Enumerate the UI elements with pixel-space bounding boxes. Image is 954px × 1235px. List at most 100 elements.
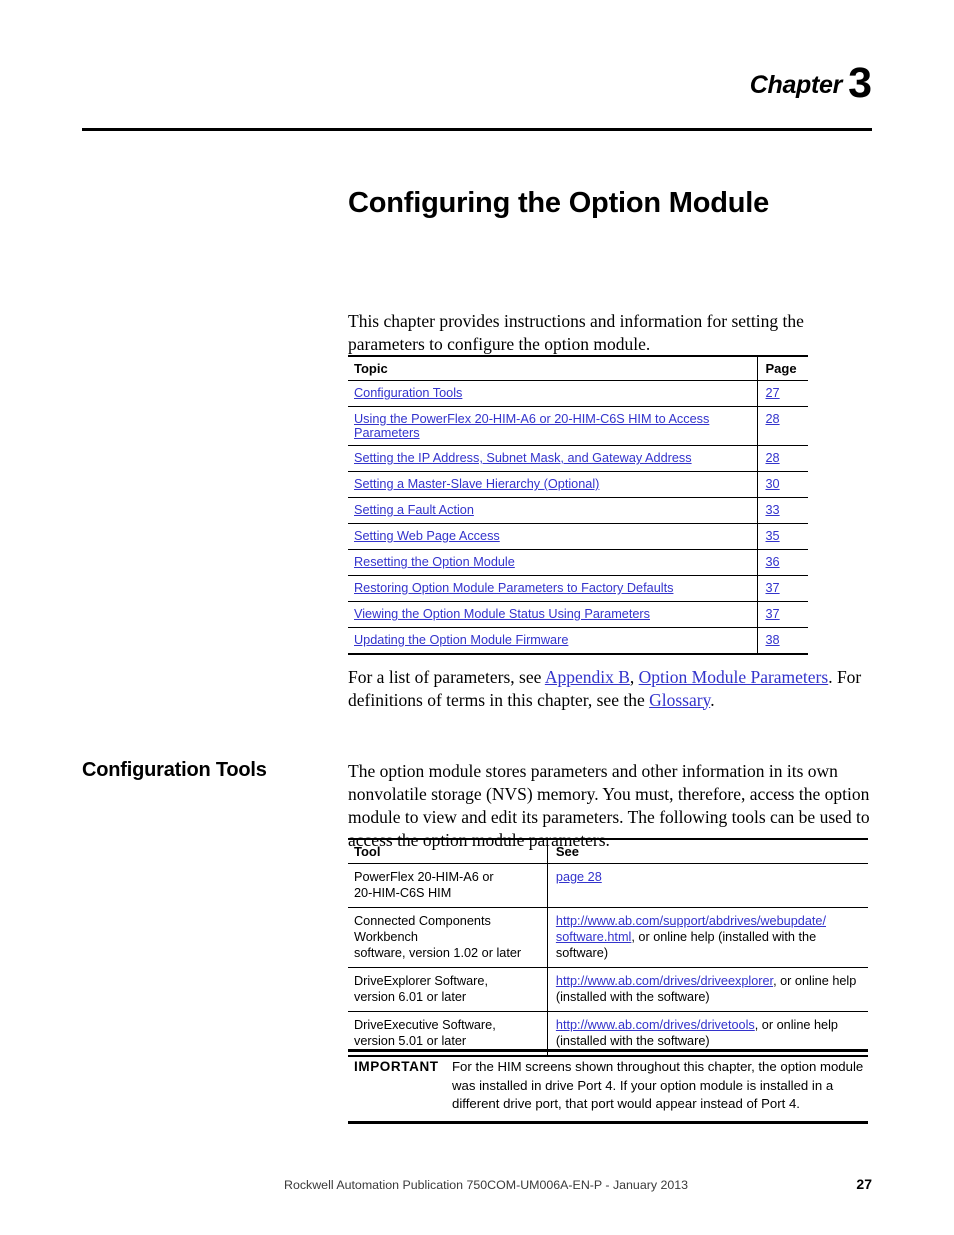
topic-cell: Resetting the Option Module	[348, 549, 757, 576]
page-cell: 38	[756, 627, 808, 655]
table-row: Restoring Option Module Parameters to Fa…	[348, 575, 808, 602]
page-cell: 28	[756, 406, 808, 446]
page-cell: 37	[756, 601, 808, 628]
tool-line-2: version 5.01 or later	[354, 1034, 467, 1048]
column-header-page: Page	[756, 355, 808, 381]
topic-cell: Using the PowerFlex 20-HIM-A6 or 20-HIM-…	[348, 406, 757, 446]
page-link[interactable]: 38	[766, 633, 780, 647]
table-header-row: Tool See	[348, 838, 868, 864]
chapter-header: Chapter 3	[82, 62, 872, 105]
topic-link[interactable]: Restoring Option Module Parameters to Fa…	[354, 581, 673, 595]
page-link[interactable]: 37	[766, 607, 780, 621]
see-line-2: (installed with the software)	[555, 1034, 710, 1048]
table-row: Viewing the Option Module Status Using P…	[348, 601, 808, 628]
topic-cell: Setting the IP Address, Subnet Mask, and…	[348, 445, 757, 472]
footer-page-number: 27	[856, 1176, 872, 1192]
tool-table-body: PowerFlex 20-HIM-A6 or 20-HIM-C6S HIM pa…	[348, 863, 868, 1057]
table-row: Setting a Master-Slave Hierarchy (Option…	[348, 471, 808, 498]
topic-link[interactable]: Resetting the Option Module	[354, 555, 515, 569]
table-row: Resetting the Option Module 36	[348, 549, 808, 576]
params-comma: ,	[629, 666, 639, 687]
page-28-link[interactable]: page 28	[556, 870, 602, 884]
page-cell: 30	[756, 471, 808, 498]
topic-cell: Setting a Fault Action	[348, 497, 757, 524]
page-link[interactable]: 33	[766, 503, 780, 517]
table-row: Configuration Tools 27	[348, 380, 808, 407]
tool-line-2: software, version 1.02 or later	[354, 946, 522, 960]
document-page: Chapter 3 Configuring the Option Module T…	[0, 0, 954, 1235]
tool-line-2: 20-HIM-C6S HIM	[354, 886, 452, 900]
tool-cell: DriveExplorer Software, version 6.01 or …	[348, 967, 548, 1012]
see-cell: http://www.ab.com/drives/driveexplorer, …	[546, 967, 868, 1012]
page-cell: 33	[756, 497, 808, 524]
tool-line-1: PowerFlex 20-HIM-A6 or	[354, 870, 494, 884]
see-cell: http://www.ab.com/support/abdrives/webup…	[546, 907, 868, 968]
appendix-b-link[interactable]: Appendix B	[545, 667, 630, 687]
important-callout: IMPORTANT For the HIM screens shown thro…	[348, 1049, 868, 1124]
page-footer: Rockwell Automation Publication 750COM-U…	[284, 1176, 872, 1192]
column-header-see: See	[546, 838, 868, 864]
chapter-number: 3	[848, 59, 872, 107]
table-row: Connected Components Workbench software,…	[348, 907, 868, 968]
page-cell: 37	[756, 575, 808, 602]
topic-link[interactable]: Setting a Fault Action	[354, 503, 474, 517]
topic-cell: Updating the Option Module Firmware	[348, 627, 757, 655]
parameters-reference-paragraph: For a list of parameters, see Appendix B…	[348, 666, 872, 712]
tool-see-table: Tool See PowerFlex 20-HIM-A6 or 20-HIM-C…	[348, 838, 868, 1057]
option-module-parameters-link[interactable]: Option Module Parameters	[639, 667, 829, 687]
topic-table-body: Configuration Tools 27 Using the PowerFl…	[348, 380, 808, 655]
topic-cell: Restoring Option Module Parameters to Fa…	[348, 575, 757, 602]
page-link[interactable]: 28	[766, 412, 780, 426]
column-header-tool: Tool	[348, 838, 548, 864]
topic-link[interactable]: Configuration Tools	[354, 386, 462, 400]
table-header-row: Topic Page	[348, 355, 808, 381]
tool-line-2: version 6.01 or later	[354, 990, 467, 1004]
topic-cell: Viewing the Option Module Status Using P…	[348, 601, 757, 628]
driveexplorer-url-link[interactable]: http://www.ab.com/drives/driveexplorer	[556, 974, 773, 988]
params-lead-text: For a list of parameters, see	[348, 666, 545, 687]
important-label: IMPORTANT	[354, 1059, 439, 1074]
params-end-text: .	[710, 689, 715, 710]
page-link[interactable]: 27	[766, 386, 780, 400]
see-rest-text: , or online help	[773, 974, 857, 988]
glossary-link[interactable]: Glossary	[649, 690, 710, 710]
topic-cell: Configuration Tools	[348, 380, 757, 407]
tool-cell: Connected Components Workbench software,…	[348, 907, 548, 968]
page-cell: 36	[756, 549, 808, 576]
topic-link[interactable]: Updating the Option Module Firmware	[354, 633, 568, 647]
see-cell: page 28	[546, 863, 868, 908]
see-line-2: (installed with the software)	[555, 990, 710, 1004]
page-cell: 35	[756, 523, 808, 550]
page-link[interactable]: 35	[766, 529, 780, 543]
table-row: Setting a Fault Action 33	[348, 497, 808, 524]
table-row: PowerFlex 20-HIM-A6 or 20-HIM-C6S HIM pa…	[348, 863, 868, 908]
table-row: Updating the Option Module Firmware 38	[348, 627, 808, 655]
page-link[interactable]: 36	[766, 555, 780, 569]
webupdate-url-link[interactable]: http://www.ab.com/support/abdrives/webup…	[556, 914, 826, 928]
table-row: Setting Web Page Access 35	[348, 523, 808, 550]
page-cell: 27	[756, 380, 808, 407]
section-heading-configuration-tools: Configuration Tools	[82, 758, 267, 781]
page-link[interactable]: 30	[766, 477, 780, 491]
topic-link[interactable]: Setting a Master-Slave Hierarchy (Option…	[354, 477, 599, 491]
intro-paragraph: This chapter provides instructions and i…	[348, 310, 804, 354]
topic-cell: Setting a Master-Slave Hierarchy (Option…	[348, 471, 757, 498]
page-cell: 28	[756, 445, 808, 472]
topic-link[interactable]: Viewing the Option Module Status Using P…	[354, 607, 650, 621]
tool-line-1: Connected Components Workbench	[354, 914, 491, 944]
column-header-topic: Topic	[348, 355, 757, 381]
table-row: DriveExplorer Software, version 6.01 or …	[348, 967, 868, 1012]
table-row: Using the PowerFlex 20-HIM-A6 or 20-HIM-…	[348, 406, 808, 446]
topic-link[interactable]: Setting Web Page Access	[354, 529, 500, 543]
topic-page-table: Topic Page Configuration Tools 27 Using …	[348, 355, 808, 655]
topic-link[interactable]: Using the PowerFlex 20-HIM-A6 or 20-HIM-…	[354, 412, 709, 440]
page-link[interactable]: 37	[766, 581, 780, 595]
drivetools-url-link[interactable]: http://www.ab.com/drives/drivetools	[556, 1018, 755, 1032]
topic-link[interactable]: Setting the IP Address, Subnet Mask, and…	[354, 451, 692, 465]
footer-publication: Rockwell Automation Publication 750COM-U…	[284, 1178, 689, 1192]
tool-line-1: DriveExplorer Software,	[354, 974, 488, 988]
webupdate-url-link-part2[interactable]: software.html	[556, 930, 631, 944]
tool-cell: PowerFlex 20-HIM-A6 or 20-HIM-C6S HIM	[348, 863, 548, 908]
chapter-rule	[82, 128, 872, 131]
page-link[interactable]: 28	[766, 451, 780, 465]
